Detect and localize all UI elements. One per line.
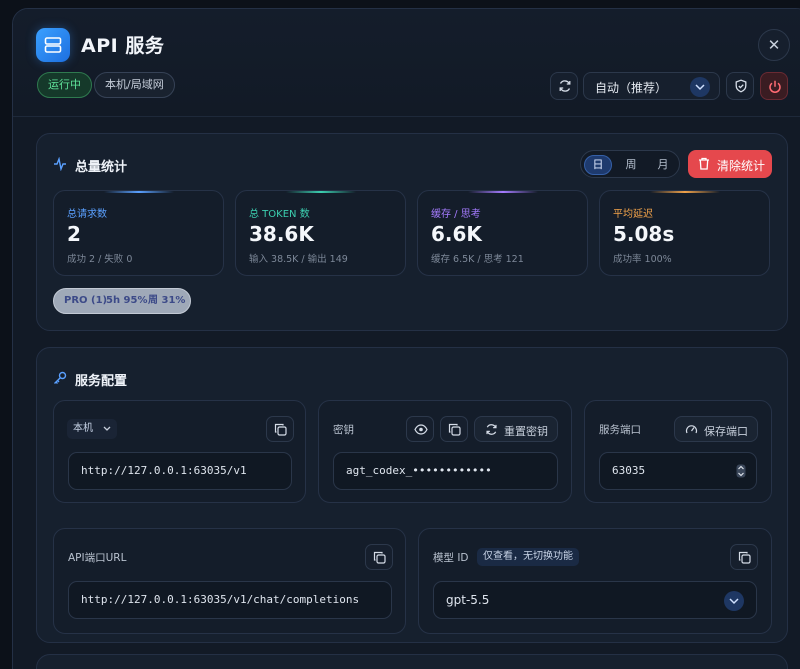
stat-value: 2	[67, 222, 81, 246]
chevron-down-icon	[724, 591, 744, 611]
security-button[interactable]	[726, 72, 754, 100]
stat-sub: 成功 2 / 失败 0	[67, 254, 133, 265]
pro-5h: 5h 95%	[106, 295, 148, 306]
period-month[interactable]: 月	[649, 155, 677, 175]
port-field[interactable]: 63035	[599, 452, 757, 490]
period-day[interactable]: 日	[584, 155, 612, 175]
stat-value: 38.6K	[249, 222, 314, 246]
pro-plan: PRO (1)	[64, 295, 108, 306]
port-box: 服务端口 保存端口 63035	[584, 400, 772, 503]
model-value: gpt-5.5	[446, 593, 490, 607]
stat-card-tokens: 总 TOKEN 数 38.6K 输入 38.5K / 输出 149	[235, 190, 406, 276]
eye-icon	[414, 424, 428, 435]
reset-key-button[interactable]: 重置密钥	[474, 416, 558, 442]
chevron-down-icon	[690, 77, 710, 97]
base-url-field[interactable]: http://127.0.0.1:63035/v1	[68, 452, 292, 490]
model-select[interactable]: gpt-5.5	[433, 581, 757, 619]
mode-select[interactable]: 自动（推荐）	[583, 72, 720, 100]
card-accent	[650, 191, 720, 193]
mode-select-value: 自动（推荐）	[595, 81, 668, 95]
copy-icon	[738, 551, 751, 564]
config-title: 服务配置	[75, 374, 128, 389]
activity-icon	[54, 157, 66, 171]
copy-key-button[interactable]	[440, 416, 468, 442]
model-readonly-tag: 仅查看，无切换功能	[477, 548, 579, 566]
stat-sub: 缓存 6.5K / 思考 121	[431, 254, 524, 265]
endpoint-box: API端口URL http://127.0.0.1:63035/v1/chat/…	[53, 528, 406, 634]
key-icon	[54, 371, 67, 384]
endpoint-value: http://127.0.0.1:63035/v1/chat/completio…	[81, 593, 360, 606]
gauge-icon	[685, 425, 698, 434]
show-key-button[interactable]	[406, 416, 434, 442]
key-label: 密钥	[333, 424, 354, 436]
page-title: API 服务	[81, 35, 165, 57]
stat-sub: 输入 38.5K / 输出 149	[249, 254, 348, 265]
copy-icon	[373, 551, 386, 564]
host-select-value: 本机	[73, 423, 93, 434]
power-icon	[769, 80, 781, 93]
stats-title: 总量统计	[75, 160, 128, 175]
stat-card-cache: 缓存 / 思考 6.6K 缓存 6.5K / 思考 121	[417, 190, 588, 276]
copy-endpoint-button[interactable]	[365, 544, 393, 570]
period-week[interactable]: 周	[617, 155, 645, 175]
period-toggle: 日 周 月	[580, 150, 680, 178]
next-section	[36, 654, 788, 669]
shield-check-icon	[735, 79, 747, 93]
header: API 服务 ✕ 运行中 本机/局域网 自动（推荐）	[13, 9, 800, 117]
chevron-down-icon	[103, 426, 111, 431]
config-section: 服务配置 本机 http://127.0.0.1:63035/v1 密钥 重置密…	[36, 347, 788, 643]
status-badge: 运行中	[37, 72, 92, 98]
model-box: 模型 ID 仅查看，无切换功能 gpt-5.5	[418, 528, 772, 634]
host-select[interactable]: 本机	[67, 419, 117, 439]
refresh-icon	[559, 80, 571, 92]
model-label: 模型 ID	[433, 552, 469, 564]
key-value: agt_codex_••••••••••••	[346, 464, 492, 477]
stat-label: 缓存 / 思考	[431, 209, 481, 220]
close-button[interactable]: ✕	[758, 29, 790, 61]
reset-key-label: 重置密钥	[504, 425, 548, 438]
stat-sub: 成功率 100%	[613, 254, 672, 265]
card-accent	[104, 191, 174, 193]
clear-stats-label: 清除统计	[717, 159, 766, 173]
pro-usage-badge[interactable]: PRO (1) 5h 95% 周 31%	[53, 288, 191, 314]
copy-model-button[interactable]	[730, 544, 758, 570]
card-accent	[468, 191, 538, 193]
pro-week: 周 31%	[148, 295, 186, 306]
stats-section: 总量统计 日 周 月 清除统计 总请求数 2 成功 2 / 失败 0 总 TOK…	[36, 133, 788, 331]
endpoint-field[interactable]: http://127.0.0.1:63035/v1/chat/completio…	[68, 581, 392, 619]
endpoint-label: API端口URL	[68, 552, 127, 564]
stat-label: 平均延迟	[613, 209, 653, 220]
stat-value: 6.6K	[431, 222, 482, 246]
refresh-button[interactable]	[550, 72, 578, 100]
save-port-label: 保存端口	[704, 425, 748, 438]
base-url-value: http://127.0.0.1:63035/v1	[81, 464, 247, 477]
close-icon: ✕	[767, 36, 781, 54]
api-service-window: API 服务 ✕ 运行中 本机/局域网 自动（推荐） 总量统计 日 周 月 清除…	[12, 8, 800, 669]
trash-icon	[699, 157, 709, 170]
port-value: 63035	[612, 464, 646, 477]
power-button[interactable]	[760, 72, 788, 100]
key-field[interactable]: agt_codex_••••••••••••	[333, 452, 558, 490]
network-badge: 本机/局域网	[94, 72, 175, 98]
save-port-button[interactable]: 保存端口	[674, 416, 758, 442]
copy-base-url-button[interactable]	[266, 416, 294, 442]
copy-icon	[448, 423, 461, 436]
stat-label: 总请求数	[67, 209, 107, 220]
stat-card-requests: 总请求数 2 成功 2 / 失败 0	[53, 190, 224, 276]
stat-label: 总 TOKEN 数	[249, 209, 310, 220]
server-icon	[36, 28, 70, 62]
stat-card-latency: 平均延迟 5.08s 成功率 100%	[599, 190, 770, 276]
port-label: 服务端口	[599, 424, 641, 436]
clear-stats-button[interactable]: 清除统计	[688, 150, 772, 178]
stat-value: 5.08s	[613, 222, 675, 246]
key-box: 密钥 重置密钥 agt_codex_••••••••••••	[318, 400, 572, 503]
card-accent	[286, 191, 356, 193]
stepper-icon	[736, 464, 746, 478]
copy-icon	[274, 423, 287, 436]
base-url-box: 本机 http://127.0.0.1:63035/v1	[53, 400, 306, 503]
refresh-icon	[486, 424, 497, 435]
